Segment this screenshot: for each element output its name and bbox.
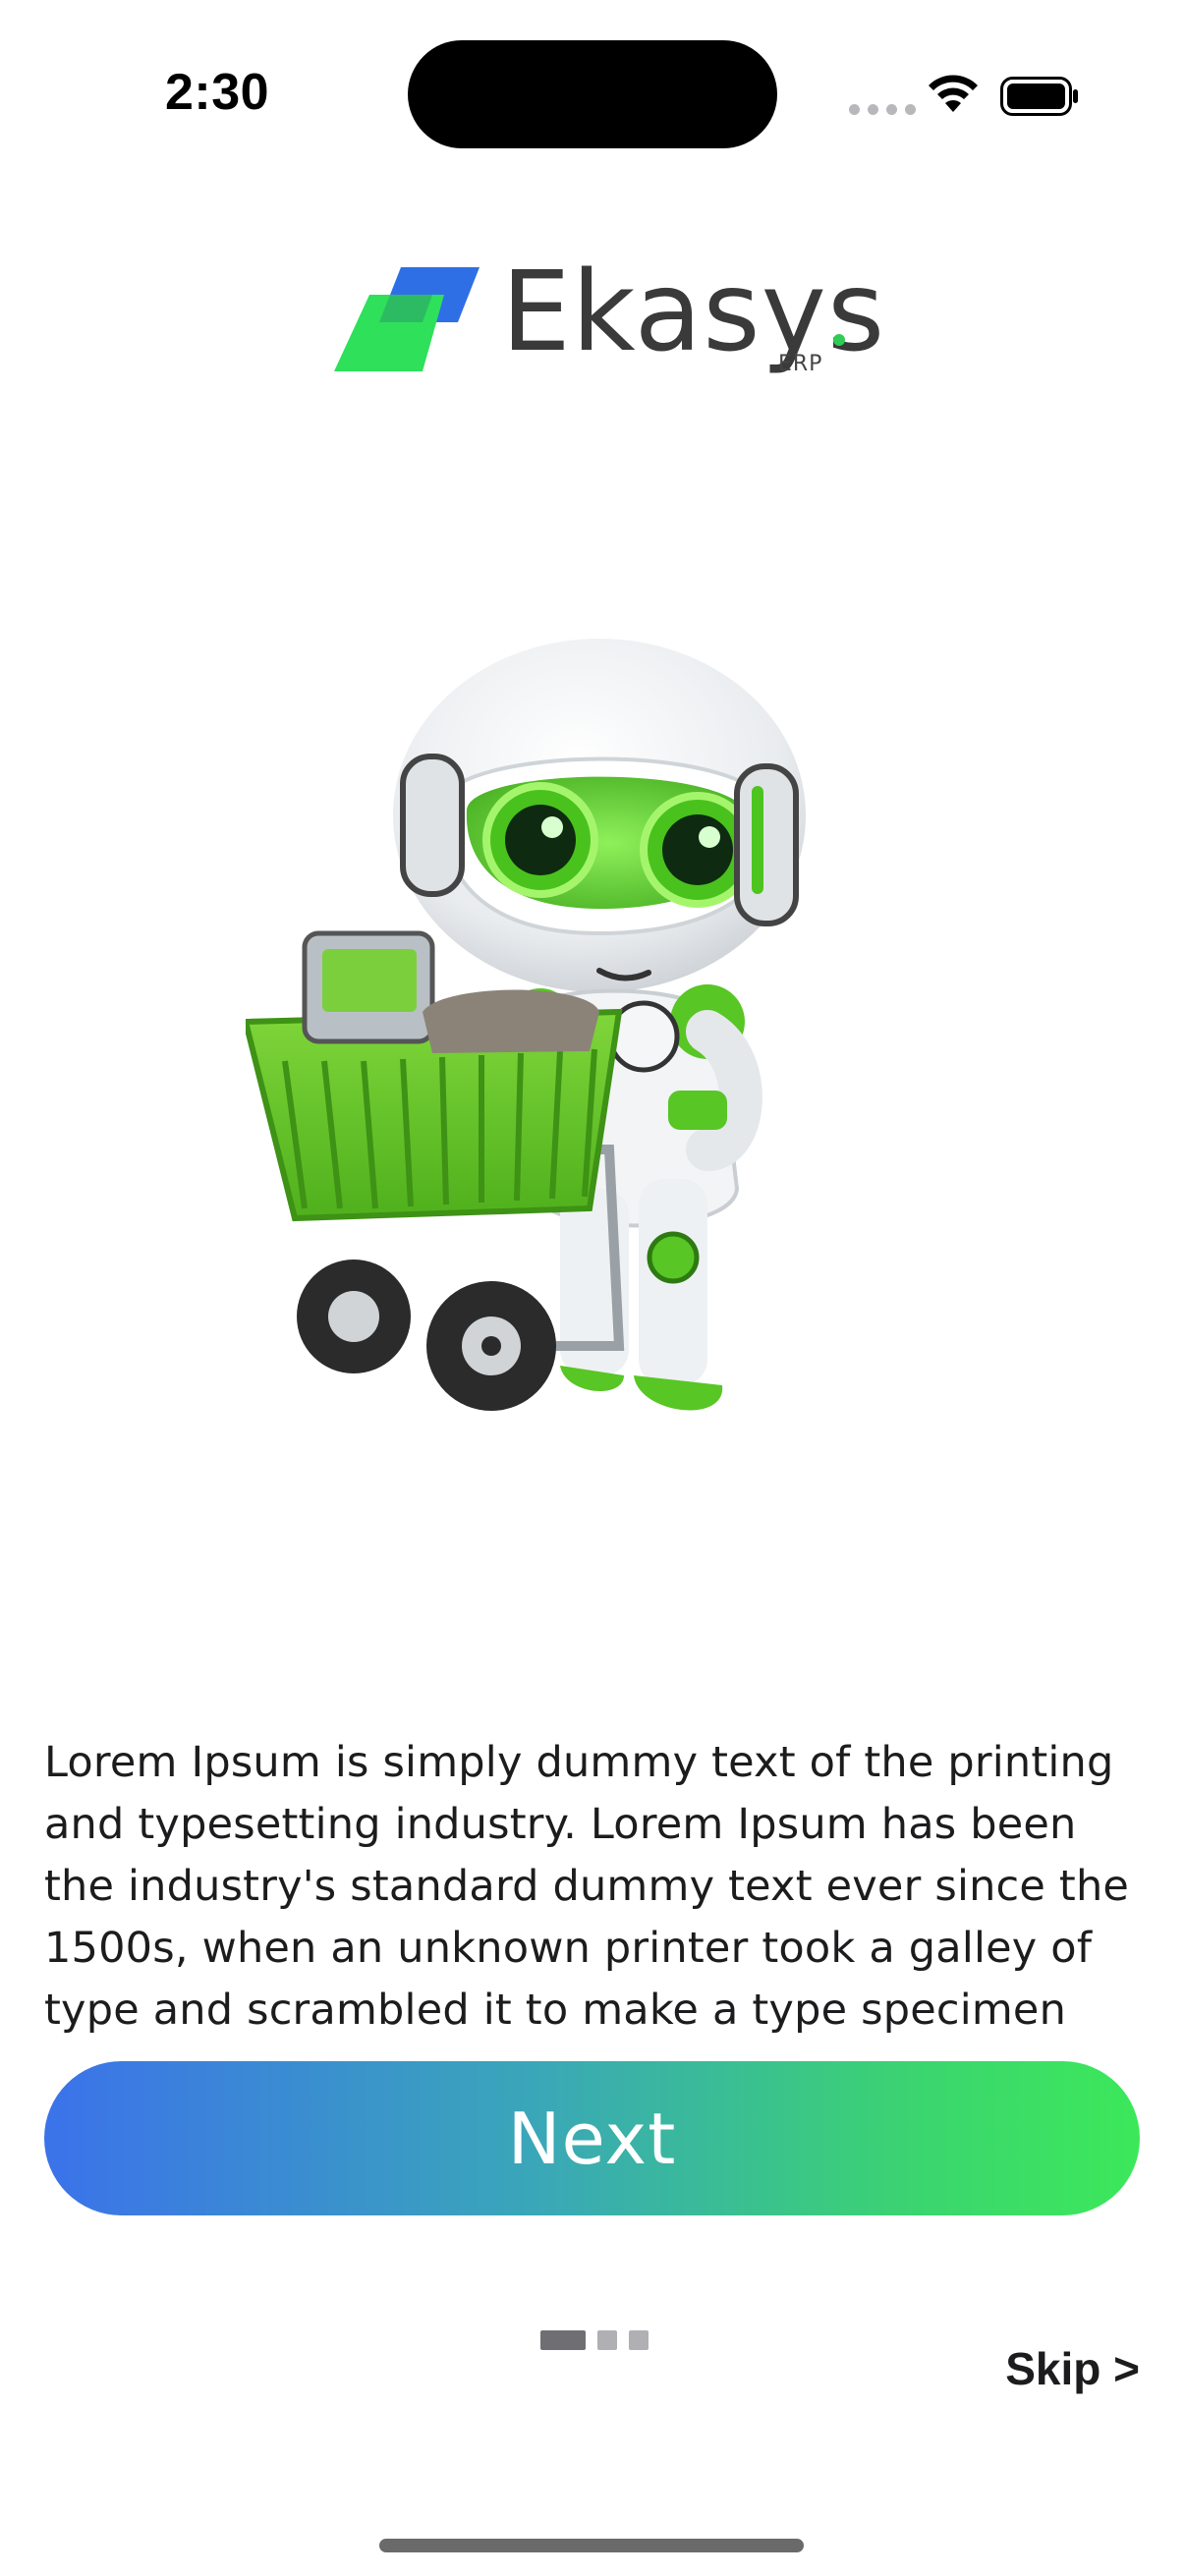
page-indicator xyxy=(540,2330,649,2350)
dynamic-island xyxy=(408,40,777,148)
robot-shopping-cart-illustration xyxy=(246,639,806,1411)
wifi-icon xyxy=(929,75,978,112)
ekasys-logo: Ekasys ERP xyxy=(334,257,884,385)
status-time: 2:30 xyxy=(165,64,270,121)
next-button[interactable]: Next xyxy=(44,2061,1140,2215)
brand-name: Ekasys xyxy=(501,249,886,376)
ekasys-logo-mark-icon xyxy=(334,267,480,371)
status-bar: 2:30 xyxy=(0,0,1185,187)
page-indicator-dot-active xyxy=(540,2330,586,2350)
skip-button[interactable]: Skip > xyxy=(1005,2342,1140,2395)
battery-icon xyxy=(1000,77,1078,116)
home-indicator[interactable] xyxy=(379,2539,804,2552)
brand-accent-dot xyxy=(833,334,845,346)
onboarding-description: Lorem Ipsum is simply dummy text of the … xyxy=(44,1738,1130,2035)
page-indicator-dot xyxy=(629,2330,649,2350)
page-indicator-dot xyxy=(597,2330,617,2350)
cellular-signal-icon xyxy=(849,104,916,115)
brand-subtitle: ERP xyxy=(778,352,823,376)
